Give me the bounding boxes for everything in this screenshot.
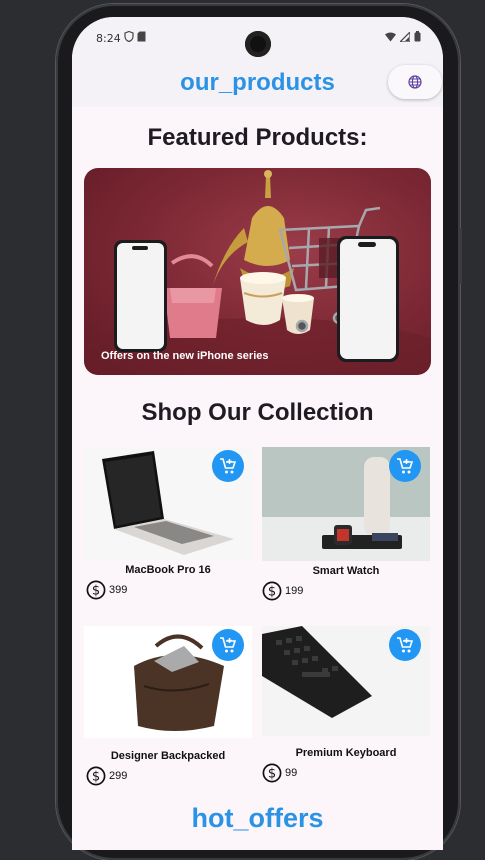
globe-icon	[408, 75, 422, 89]
dollar-icon: $	[86, 766, 106, 786]
app-bar: our_products	[72, 61, 443, 107]
product-card-macbook[interactable]: MacBook Pro 16 $ 399	[84, 447, 252, 607]
battery-icon	[414, 31, 421, 42]
dollar-icon: $	[262, 763, 282, 783]
price-value: 399	[109, 584, 128, 596]
svg-text:$: $	[268, 767, 276, 782]
hot-offers-heading: hot_offers	[191, 803, 324, 833]
banner-caption: Offers on the new iPhone series	[101, 350, 269, 362]
shield-icon	[124, 31, 134, 42]
phone-side-button	[458, 228, 462, 284]
add-to-cart-button[interactable]	[389, 450, 421, 482]
signal-icon	[400, 31, 410, 42]
featured-banner[interactable]: Offers on the new iPhone series	[84, 168, 431, 375]
dollar-icon: $	[262, 581, 282, 601]
language-button[interactable]	[388, 65, 442, 99]
add-shopping-cart-icon	[220, 458, 237, 474]
add-to-cart-button[interactable]	[212, 629, 244, 661]
status-bar: 8:24	[72, 17, 443, 61]
status-time: 8:24	[96, 32, 121, 45]
product-price: $ 299	[86, 766, 127, 786]
front-camera	[245, 31, 271, 57]
featured-products-heading: Featured Products:	[147, 124, 368, 151]
svg-text:$: $	[92, 584, 100, 599]
banner-illustration	[84, 170, 431, 375]
sd-card-icon	[137, 31, 146, 42]
add-shopping-cart-icon	[397, 637, 414, 653]
product-price: $ 399	[86, 580, 127, 600]
app-screen: 8:24 our_products Featured Products: Off…	[72, 17, 443, 850]
status-system-icons	[385, 31, 421, 42]
product-price: $ 99	[262, 763, 297, 783]
product-price: $ 199	[262, 581, 303, 601]
price-value: 299	[109, 770, 128, 782]
left-phone-shape	[114, 240, 167, 352]
add-shopping-cart-icon	[220, 637, 237, 653]
product-card-backpack[interactable]: Designer Backpacked $ 299	[84, 626, 252, 791]
product-name: Premium Keyboard	[295, 747, 397, 759]
collection-heading: Shop Our Collection	[141, 399, 374, 426]
add-to-cart-button[interactable]	[212, 450, 244, 482]
product-name: MacBook Pro 16	[125, 564, 211, 576]
price-value: 199	[285, 585, 304, 597]
product-card-keyboard[interactable]: Premium Keyboard $ 99	[262, 626, 430, 791]
add-to-cart-button[interactable]	[389, 629, 421, 661]
status-notification-icons	[124, 31, 146, 42]
basket-shape	[164, 254, 222, 338]
right-phone-shape	[337, 236, 399, 362]
wifi-icon	[385, 32, 396, 41]
product-name: Smart Watch	[312, 565, 380, 577]
price-value: 99	[285, 767, 298, 779]
svg-text:$: $	[92, 770, 100, 785]
product-name: Designer Backpacked	[110, 750, 226, 762]
product-card-smart-watch[interactable]: Smart Watch $ 199	[262, 447, 430, 607]
svg-text:$: $	[268, 585, 276, 600]
dollar-icon: $	[86, 580, 106, 600]
add-shopping-cart-icon	[397, 458, 414, 474]
